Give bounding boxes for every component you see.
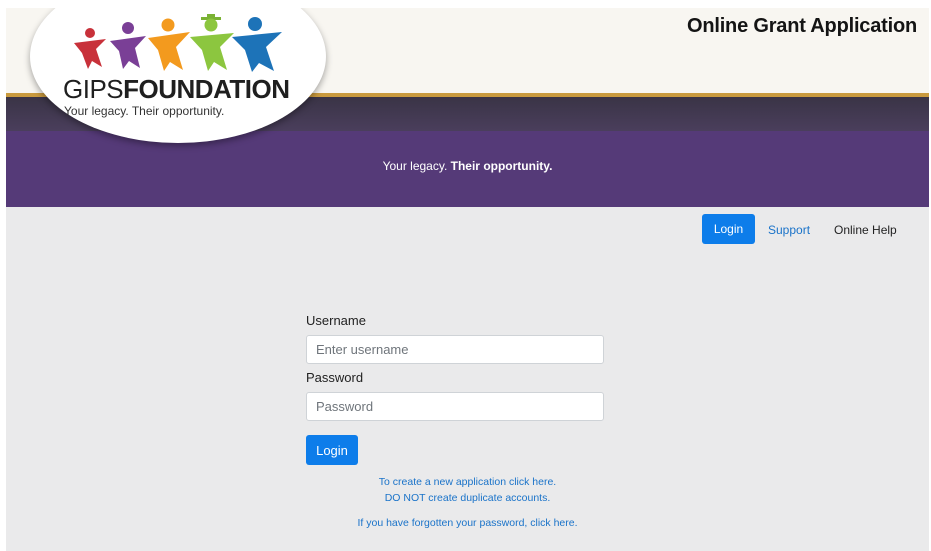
top-nav: Login Support Online Help [6, 214, 929, 244]
blue-figure-icon [232, 17, 282, 72]
banner-tagline-bold: Their opportunity. [450, 159, 553, 173]
logo-tagline: Your legacy. Their opportunity. [64, 104, 225, 118]
password-label: Password [306, 370, 364, 385]
password-input[interactable] [306, 392, 604, 421]
orange-figure-icon [148, 18, 190, 71]
logo-word-bold: FOUNDATION [123, 74, 290, 104]
nav-online-help-link[interactable]: Online Help [834, 223, 897, 237]
green-figure-icon [190, 14, 234, 71]
username-input[interactable] [306, 335, 604, 364]
page: Online Grant Application Your legacy. Th… [6, 8, 929, 551]
logo-figures-icon [74, 14, 282, 72]
purple-figure-icon [110, 22, 146, 69]
no-duplicates-link[interactable]: DO NOT create duplicate accounts. [6, 492, 929, 504]
username-label: Username [306, 313, 366, 328]
logo-wordmark: GIPSFOUNDATION [63, 74, 290, 105]
forgot-password-link[interactable]: If you have forgotten your password, cli… [6, 517, 929, 529]
banner-tagline-normal: Your legacy. [382, 159, 448, 173]
login-submit-button[interactable]: Login [306, 435, 358, 465]
app-title: Online Grant Application [686, 15, 917, 37]
create-application-link[interactable]: To create a new application click here. [6, 476, 929, 488]
nav-support-link[interactable]: Support [768, 223, 810, 237]
banner-tagline: Your legacy. Their opportunity. [6, 159, 929, 173]
nav-login-button[interactable]: Login [702, 214, 755, 244]
red-figure-icon [74, 28, 106, 69]
logo-word-light: GIPS [63, 74, 124, 104]
